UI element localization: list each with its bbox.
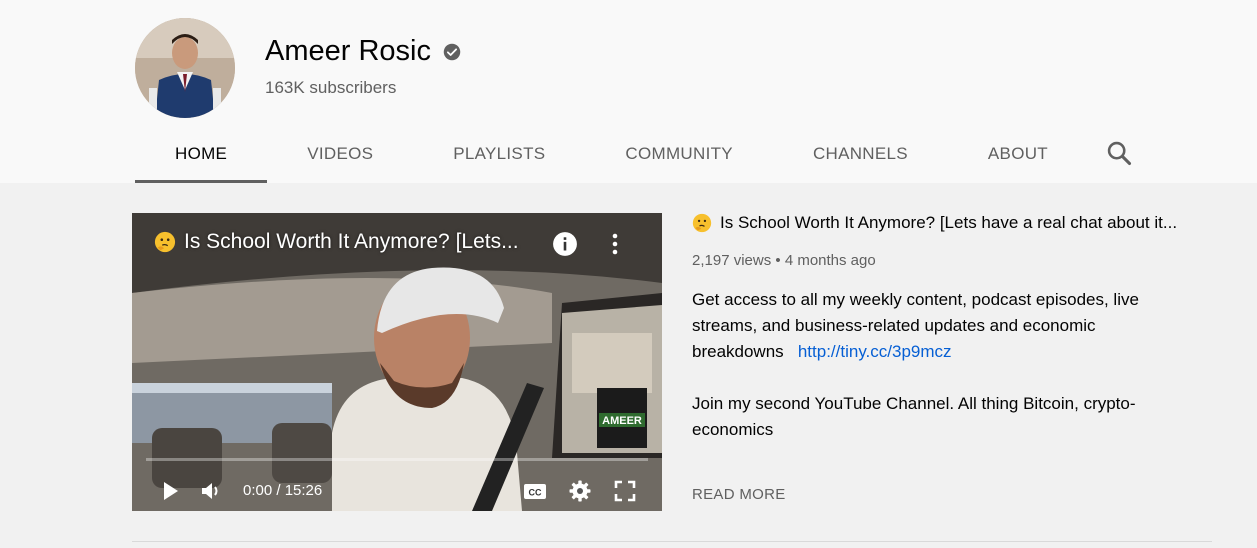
volume-icon[interactable] — [199, 479, 223, 503]
video-title[interactable]: Is School Worth It Anymore? [Lets have a… — [692, 210, 1212, 236]
search-icon[interactable] — [1105, 139, 1133, 167]
tab-community[interactable]: COMMUNITY — [585, 124, 773, 183]
video-title-text: Is School Worth It Anymore? [Lets have a… — [720, 213, 1178, 232]
tab-home[interactable]: HOME — [135, 124, 268, 183]
video-description: Get access to all my weekly content, pod… — [692, 287, 1162, 443]
more-vert-icon[interactable] — [606, 231, 624, 257]
info-icon[interactable] — [552, 231, 578, 257]
channel-header: Ameer Rosic 163K subscribers HOME VIDEOS… — [0, 0, 1257, 183]
gear-icon[interactable] — [568, 479, 592, 503]
player-controls: 0:00 / 15:26 CC — [132, 471, 662, 511]
thinking-face-icon — [154, 231, 176, 253]
video-frame: AMEER — [132, 213, 662, 511]
fullscreen-icon[interactable] — [613, 479, 637, 503]
channel-name: Ameer Rosic — [265, 35, 461, 68]
upload-age: 4 months ago — [784, 252, 876, 269]
cc-icon[interactable]: CC — [522, 479, 548, 503]
watermark-text: AMEER — [602, 415, 642, 427]
player-title[interactable]: Is School Worth It Anymore? [Lets... — [154, 230, 519, 254]
meta-separator: • — [775, 252, 785, 269]
tab-playlists[interactable]: PLAYLISTS — [413, 124, 585, 183]
video-meta: 2,197 views • 4 months ago — [692, 252, 1212, 269]
time-display: 0:00 / 15:26 — [243, 482, 323, 499]
tab-channels[interactable]: CHANNELS — [773, 124, 948, 183]
svg-text:CC: CC — [529, 488, 542, 498]
description-paragraph: Join my second YouTube Channel. All thin… — [692, 394, 1136, 439]
video-info: Is School Worth It Anymore? [Lets have a… — [692, 210, 1212, 443]
view-count: 2,197 views — [692, 252, 772, 269]
channel-tabs: HOME VIDEOS PLAYLISTS COMMUNITY CHANNELS… — [135, 124, 1088, 183]
section-divider — [132, 541, 1212, 542]
play-icon[interactable] — [158, 479, 182, 503]
channel-avatar[interactable] — [135, 18, 235, 118]
check-circle-icon — [443, 43, 461, 60]
tab-about[interactable]: ABOUT — [948, 124, 1088, 183]
player-title-text: Is School Worth It Anymore? [Lets... — [184, 230, 519, 253]
thinking-face-icon — [692, 213, 712, 233]
read-more-button[interactable]: READ MORE — [692, 486, 786, 503]
description-fade — [692, 470, 992, 482]
description-link[interactable]: http://tiny.cc/3p9mcz — [798, 342, 952, 361]
description-paragraph: Get access to all my weekly content, pod… — [692, 287, 1162, 365]
video-player[interactable]: AMEER Is School Worth It Anymore? [Lets.… — [132, 213, 662, 511]
subscriber-count: 163K subscribers — [265, 78, 397, 97]
tab-videos[interactable]: VIDEOS — [267, 124, 413, 183]
progress-bar[interactable] — [146, 458, 648, 461]
channel-name-text: Ameer Rosic — [265, 35, 431, 67]
